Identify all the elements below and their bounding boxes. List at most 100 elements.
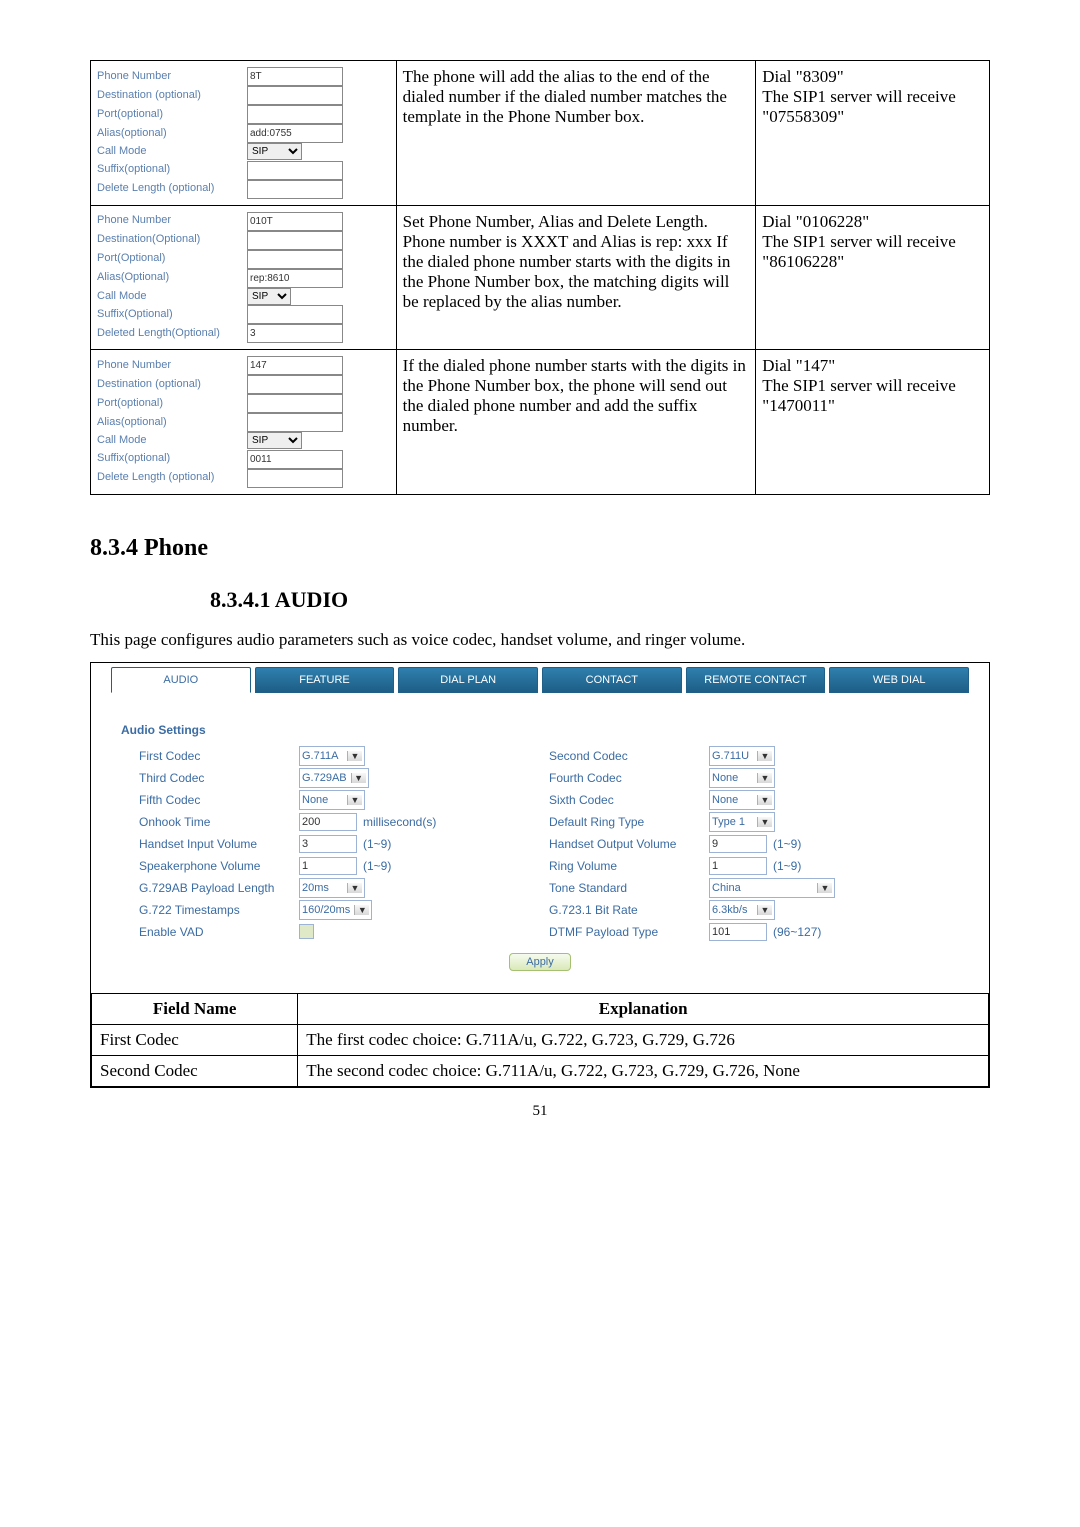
audio-label: Onhook Time: [139, 815, 299, 829]
field-name-cell: First Codec: [92, 1024, 298, 1055]
audio-select[interactable]: G.729AB▼: [299, 768, 369, 788]
form-input[interactable]: [247, 305, 343, 324]
audio-input[interactable]: [709, 857, 767, 875]
form-select[interactable]: SIP: [247, 143, 302, 160]
tab-feature[interactable]: FEATURE: [255, 667, 395, 693]
tab-web-dial[interactable]: WEB DIAL: [829, 667, 969, 693]
form-label: Port(optional): [97, 106, 247, 124]
form-input[interactable]: [247, 356, 343, 375]
chevron-down-icon: ▼: [757, 773, 772, 783]
form-input[interactable]: [247, 180, 343, 199]
example-result: Dial "0106228"The SIP1 server will recei…: [756, 205, 990, 350]
chevron-down-icon: ▼: [347, 751, 362, 761]
audio-hint: (1~9): [773, 837, 801, 851]
form-input[interactable]: [247, 124, 343, 143]
field-name-cell: Second Codec: [92, 1055, 298, 1086]
audio-hint: (1~9): [773, 859, 801, 873]
audio-left-col: First CodecG.711A▼Third CodecG.729AB▼Fif…: [139, 745, 549, 943]
form-label: Destination (optional): [97, 376, 247, 394]
apply-button[interactable]: Apply: [509, 953, 571, 971]
explanation-table: Field Name Explanation First CodecThe fi…: [91, 993, 989, 1087]
form-label: Destination(Optional): [97, 231, 247, 249]
form-label: Phone Number: [97, 212, 247, 230]
form-input[interactable]: [247, 375, 343, 394]
page-number: 51: [90, 1103, 990, 1120]
example-description: The phone will add the alias to the end …: [396, 61, 756, 206]
audio-input[interactable]: [299, 857, 357, 875]
example-description: If the dialed phone number starts with t…: [396, 350, 756, 495]
tab-audio[interactable]: AUDIO: [111, 667, 251, 693]
example-description: Set Phone Number, Alias and Delete Lengt…: [396, 205, 756, 350]
audio-label: Sixth Codec: [549, 793, 709, 807]
audio-select[interactable]: G.711U▼: [709, 746, 775, 766]
form-label: Call Mode: [97, 143, 247, 161]
tab-remote-contact[interactable]: REMOTE CONTACT: [686, 667, 826, 693]
form-input[interactable]: [247, 86, 343, 105]
tab-dial-plan[interactable]: DIAL PLAN: [398, 667, 538, 693]
audio-label: Fifth Codec: [139, 793, 299, 807]
chevron-down-icon: ▼: [757, 817, 772, 827]
form-input[interactable]: [247, 469, 343, 488]
form-input[interactable]: [247, 161, 343, 180]
form-input[interactable]: [247, 269, 343, 288]
form-input[interactable]: [247, 413, 343, 432]
form-input[interactable]: [247, 394, 343, 413]
form-label: Phone Number: [97, 68, 247, 86]
form-input[interactable]: [247, 450, 343, 469]
form-select[interactable]: SIP: [247, 432, 302, 449]
audio-select[interactable]: None▼: [709, 768, 775, 788]
chevron-down-icon: ▼: [757, 751, 772, 761]
chevron-down-icon: ▼: [351, 773, 366, 783]
exp-head-field: Field Name: [92, 993, 298, 1024]
form-label: Delete Length (optional): [97, 180, 247, 198]
audio-label: First Codec: [139, 749, 299, 763]
audio-panel: AUDIOFEATUREDIAL PLANCONTACTREMOTE CONTA…: [90, 662, 990, 1088]
chevron-down-icon: ▼: [347, 795, 362, 805]
form-label: Delete Length (optional): [97, 469, 247, 487]
form-label: Suffix(Optional): [97, 306, 247, 324]
form-input[interactable]: [247, 67, 343, 86]
form-input[interactable]: [247, 250, 343, 269]
audio-select[interactable]: China▼: [709, 878, 835, 898]
example-result: Dial "8309"The SIP1 server will receive …: [756, 61, 990, 206]
audio-hint: (1~9): [363, 837, 391, 851]
audio-right-col: Second CodecG.711U▼Fourth CodecNone▼Sixt…: [549, 745, 959, 943]
audio-select[interactable]: Type 1▼: [709, 812, 775, 832]
audio-settings-title: Audio Settings: [121, 723, 959, 737]
form-label: Alias(optional): [97, 414, 247, 432]
audio-select[interactable]: 20ms▼: [299, 878, 365, 898]
audio-label: DTMF Payload Type: [549, 925, 709, 939]
audio-select[interactable]: 160/20ms▼: [299, 900, 372, 920]
chevron-down-icon: ▼: [757, 905, 772, 915]
audio-input[interactable]: [299, 813, 357, 831]
form-input[interactable]: [247, 324, 343, 343]
form-select[interactable]: SIP: [247, 288, 291, 305]
audio-hint: (96~127): [773, 925, 821, 939]
audio-select[interactable]: G.711A▼: [299, 746, 365, 766]
audio-checkbox[interactable]: [299, 924, 314, 939]
audio-hint: millisecond(s): [363, 815, 436, 829]
tab-bar: AUDIOFEATUREDIAL PLANCONTACTREMOTE CONTA…: [91, 663, 989, 693]
form-input[interactable]: [247, 212, 343, 231]
form-label: Phone Number: [97, 357, 247, 375]
audio-input[interactable]: [709, 835, 767, 853]
audio-label: Fourth Codec: [549, 771, 709, 785]
subsection-heading: 8.3.4.1 AUDIO: [210, 587, 990, 613]
example-result: Dial "147"The SIP1 server will receive "…: [756, 350, 990, 495]
form-input[interactable]: [247, 105, 343, 124]
section-heading: 8.3.4 Phone: [90, 535, 990, 562]
form-input[interactable]: [247, 231, 343, 250]
audio-label: Tone Standard: [549, 881, 709, 895]
tab-contact[interactable]: CONTACT: [542, 667, 682, 693]
audio-label: Speakerphone Volume: [139, 859, 299, 873]
audio-select[interactable]: None▼: [299, 790, 365, 810]
chevron-down-icon: ▼: [817, 883, 832, 893]
audio-input[interactable]: [709, 923, 767, 941]
audio-select[interactable]: 6.3kb/s▼: [709, 900, 775, 920]
audio-label: Ring Volume: [549, 859, 709, 873]
audio-label: Third Codec: [139, 771, 299, 785]
audio-select[interactable]: None▼: [709, 790, 775, 810]
audio-input[interactable]: [299, 835, 357, 853]
form-label: Alias(optional): [97, 125, 247, 143]
audio-label: Second Codec: [549, 749, 709, 763]
